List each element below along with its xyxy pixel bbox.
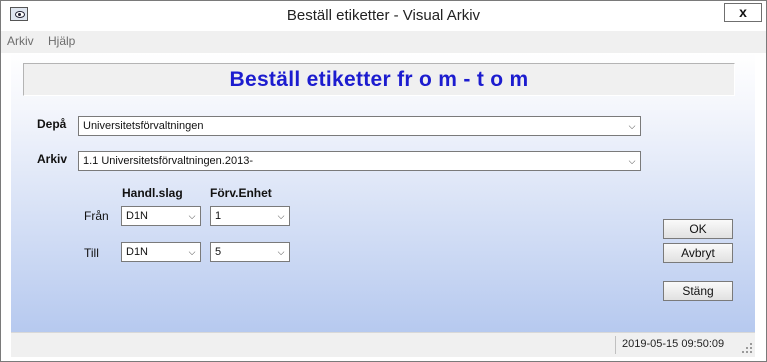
title-bar: Beställ etiketter - Visual Arkiv x <box>1 1 766 31</box>
status-datetime: 2019-05-15 09:50:09 <box>622 338 725 350</box>
handl-slag-header: Handl.slag <box>122 186 183 200</box>
depa-label: Depå <box>37 117 67 131</box>
close-button[interactable]: Stäng <box>663 281 733 301</box>
till-label: Till <box>84 246 99 260</box>
menu-arkiv[interactable]: Arkiv <box>7 34 34 48</box>
chevron-down-icon: ⌵ <box>277 247 285 257</box>
fran-forv-value: 1 <box>215 210 222 222</box>
depa-select[interactable]: Universitetsförvaltningen ⌵ <box>78 116 641 136</box>
window-title: Beställ etiketter - Visual Arkiv <box>286 7 481 24</box>
chevron-down-icon: ⌵ <box>277 211 285 221</box>
form-panel: Beställ etiketter fr o m - t o m Depå Un… <box>11 53 755 356</box>
chevron-down-icon: ⌵ <box>628 156 636 166</box>
status-divider <box>615 336 616 354</box>
arkiv-value: 1.1 Universitetsförvaltningen.2013- <box>83 155 253 167</box>
app-window: Beställ etiketter - Visual Arkiv x Arkiv… <box>0 0 767 362</box>
fran-forv-select[interactable]: 1 ⌵ <box>210 206 290 226</box>
chevron-down-icon: ⌵ <box>188 247 196 257</box>
ok-button[interactable]: OK <box>663 219 733 239</box>
cancel-button[interactable]: Avbryt <box>663 243 733 263</box>
arkiv-select[interactable]: 1.1 Universitetsförvaltningen.2013- ⌵ <box>78 151 641 171</box>
heading-box: Beställ etiketter fr o m - t o m <box>23 63 735 96</box>
fran-handl-value: D1N <box>126 210 149 222</box>
menu-hjalp[interactable]: Hjälp <box>48 34 75 48</box>
menu-bar: Arkiv Hjälp <box>1 31 766 53</box>
resize-grip-icon[interactable] <box>742 343 754 355</box>
page-title: Beställ etiketter fr o m - t o m <box>229 68 529 91</box>
fran-handl-select[interactable]: D1N ⌵ <box>121 206 201 226</box>
close-window-button[interactable]: x <box>724 3 762 22</box>
fran-label: Från <box>84 209 109 223</box>
till-handl-value: D1N <box>126 246 149 258</box>
chevron-down-icon: ⌵ <box>188 211 196 221</box>
forv-enhet-header: Förv.Enhet <box>210 186 272 200</box>
till-handl-select[interactable]: D1N ⌵ <box>121 242 201 262</box>
till-forv-value: 5 <box>215 246 222 258</box>
chevron-down-icon: ⌵ <box>628 121 636 131</box>
status-bar: 2019-05-15 09:50:09 <box>11 332 755 357</box>
till-forv-select[interactable]: 5 ⌵ <box>210 242 290 262</box>
arkiv-label: Arkiv <box>37 152 68 166</box>
depa-value: Universitetsförvaltningen <box>83 120 204 132</box>
